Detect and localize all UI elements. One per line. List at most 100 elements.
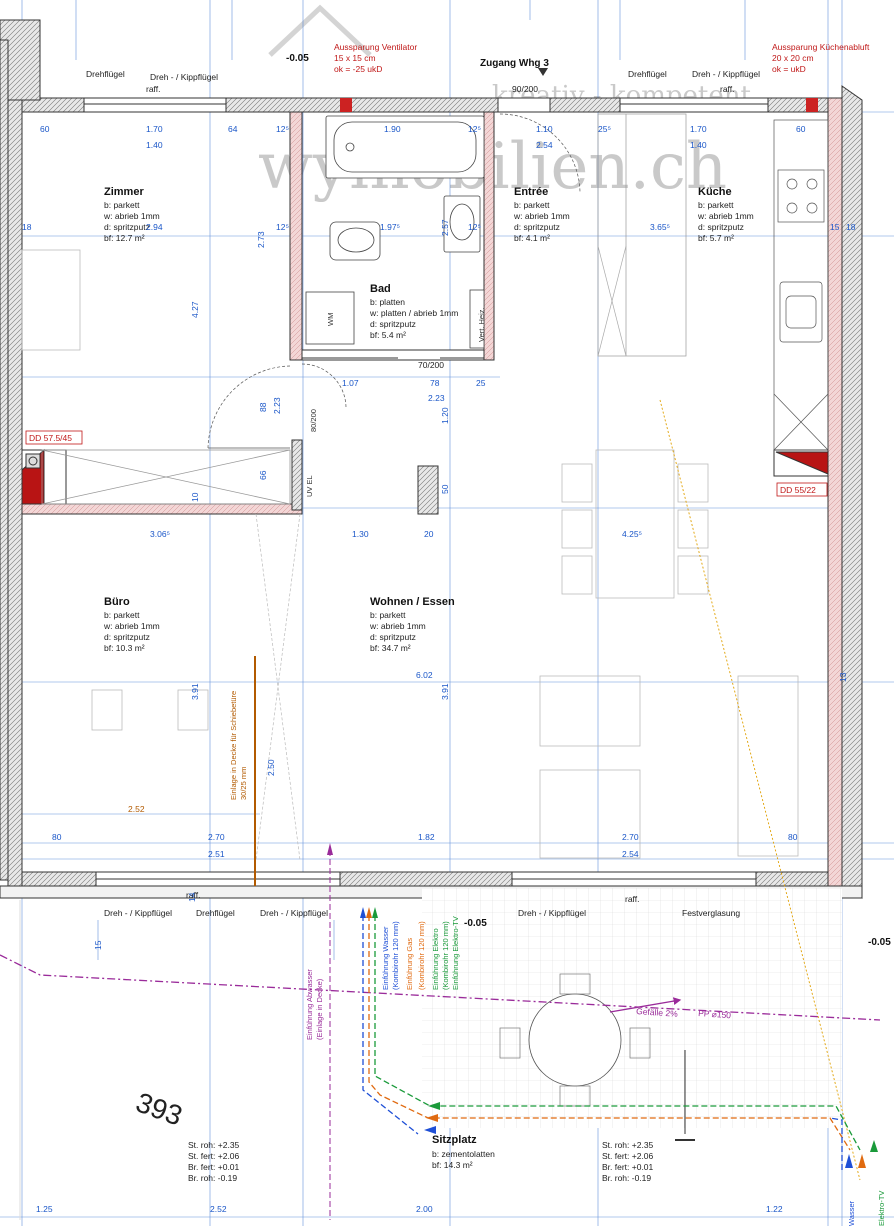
dim-label: 12⁵ (276, 222, 289, 232)
room-wall: w: abrieb 1mm (697, 211, 754, 221)
level-line: Br. roh: -0.19 (602, 1173, 651, 1183)
dim-label: 20 (424, 529, 434, 539)
dim-label: 12⁵ (468, 222, 481, 232)
beam-note-size: 30/25 mm (239, 767, 248, 800)
dim-label: 3.65⁵ (650, 222, 670, 232)
pipe-tv-label: Einführung Elektro-TV (451, 916, 460, 990)
pipe-water-label: Einführung Wasser (381, 926, 390, 990)
vent-size: 15 x 15 cm (334, 53, 376, 63)
dim-label: 60 (40, 124, 50, 134)
window-label: Festverglasung (682, 908, 740, 918)
room-area: bf: 12.7 m² (104, 233, 145, 243)
dim-label: 3.91 (440, 683, 450, 700)
room-wohnen-essen: Wohnen / Essen b: parkett w: abrieb 1mm … (369, 596, 455, 653)
room-floor: b: parkett (104, 200, 140, 210)
pipe-electro-label: Einführung Elektro (431, 928, 440, 990)
window-label: Drehflügel (196, 908, 235, 918)
dim-label: 2.23 (272, 397, 282, 414)
water-label: Wasser (847, 1200, 856, 1226)
dim-label: 1.70 (690, 124, 707, 134)
dim-label: 1.40 (146, 140, 163, 150)
room-zimmer: Zimmer b: parkett w: abrieb 1mm d: sprit… (103, 186, 160, 243)
blind-label: raff. (146, 84, 161, 94)
dim-label: 3.91 (190, 683, 200, 700)
pipe-sewer-label: Einführung Abwasser (305, 969, 314, 1040)
dim-label: 1.97⁵ (380, 222, 400, 232)
entrance-arrow-icon (538, 68, 548, 76)
room-name: Küche (698, 186, 732, 198)
door-size-label: 70/200 (418, 360, 444, 370)
room-floor: b: parkett (104, 610, 140, 620)
dim-label: 2.70 (622, 832, 639, 842)
dim-label: 50 (440, 484, 450, 494)
dim-label: 80 (788, 832, 798, 842)
room-ceiling: d: spritzputz (104, 632, 150, 642)
room-ceiling: d: spritzputz (514, 222, 560, 232)
dim-label: 2.73 (256, 231, 266, 248)
dim-label: 25 (476, 378, 486, 388)
level-right: -0.05 (868, 937, 891, 948)
level-top-left: -0.05 (286, 53, 309, 64)
electric-panel-label: UV EL (305, 475, 314, 497)
door-size-label: 90/200 (512, 84, 538, 94)
dim-label: 2.52 (210, 1204, 227, 1214)
dim-label: 6.02 (416, 670, 433, 680)
room-buero: Büro b: parkett w: abrieb 1mm d: spritzp… (103, 596, 160, 653)
pipe-gas-sub: (Kombirohr 120 mm) (417, 921, 426, 990)
room-area: bf: 4.1 m² (514, 233, 550, 243)
room-floor: b: parkett (370, 610, 406, 620)
level-line: St. fert: +2.06 (188, 1151, 240, 1161)
dim-label: 2.94 (146, 222, 163, 232)
window-label: Dreh - / Kippflügel (518, 908, 586, 918)
dim-label: 12⁵ (276, 124, 289, 134)
room-floor: b: zementolatten (432, 1149, 495, 1159)
dim-label: 1.82 (418, 832, 435, 842)
dim-label: 1.07 (342, 378, 359, 388)
heating-riser-label: Vert. Heiz. (477, 307, 486, 342)
blind-label: raff. (720, 84, 735, 94)
door-size-label: 80/200 (309, 409, 318, 432)
dim-label: 15 (93, 940, 103, 950)
entrance-label: Zugang Whg 3 (480, 58, 549, 69)
dim-label: 14 (187, 892, 197, 902)
dim-label: 13 (838, 672, 848, 682)
window-label: Dreh - / Kippflügel (150, 72, 218, 82)
room-area: bf: 14.3 m² (432, 1160, 473, 1170)
room-ceiling: d: spritzputz (698, 222, 744, 232)
window-label: Dreh - / Kippflügel (104, 908, 172, 918)
window-label: Dreh - / Kippflügel (692, 69, 760, 79)
dim-label: 2.54 (622, 849, 639, 859)
dim-label: 2.54 (536, 140, 553, 150)
window-label: Drehflügel (86, 69, 125, 79)
top-labels: -0.05 Aussparung Ventilator 15 x 15 cm o… (86, 42, 870, 94)
level-line: Br. fert: +0.01 (602, 1162, 654, 1172)
beam-note: Einlage in Decke für Schiebetüre (229, 691, 238, 800)
dim-label: 80 (52, 832, 62, 842)
window-label: Dreh - / Kippflügel (260, 908, 328, 918)
pipe-water-sub: (Kombirohr 120 mm) (391, 921, 400, 990)
room-name: Wohnen / Essen (370, 596, 455, 608)
dim-label: 78 (430, 378, 440, 388)
room-wall: w: abrieb 1mm (103, 621, 160, 631)
room-ceiling: d: spritzputz (104, 222, 150, 232)
washer-label: WM (326, 313, 335, 326)
room-floor: b: parkett (698, 200, 734, 210)
dim-label: 88 (258, 402, 268, 412)
levels-right: St. roh: +2.35 St. fert: +2.06 Br. fert:… (602, 1140, 654, 1183)
room-bad: Bad b: platten w: platten / abrieb 1mm d… (369, 283, 458, 340)
level-line: Br. roh: -0.19 (188, 1173, 237, 1183)
dim-label: 1.40 (690, 140, 707, 150)
room-floor: b: parkett (514, 200, 550, 210)
furniture (21, 249, 799, 859)
dim-label: 10 (190, 492, 200, 502)
room-name: Bad (370, 283, 391, 295)
floor-plan: wymobilien.ch kreativ - kompetent (0, 0, 894, 1226)
dd-right-label: DD 55/22 (780, 485, 816, 495)
level-terrace: -0.05 (464, 918, 487, 929)
room-name: Zimmer (104, 186, 144, 198)
dim-label: 1.70 (146, 124, 163, 134)
dim-label: 1.25 (36, 1204, 53, 1214)
level-line: Br. fert: +0.01 (188, 1162, 240, 1172)
room-area: bf: 5.7 m² (698, 233, 734, 243)
kitchen-vent-ok: ok = ukD (772, 64, 806, 74)
